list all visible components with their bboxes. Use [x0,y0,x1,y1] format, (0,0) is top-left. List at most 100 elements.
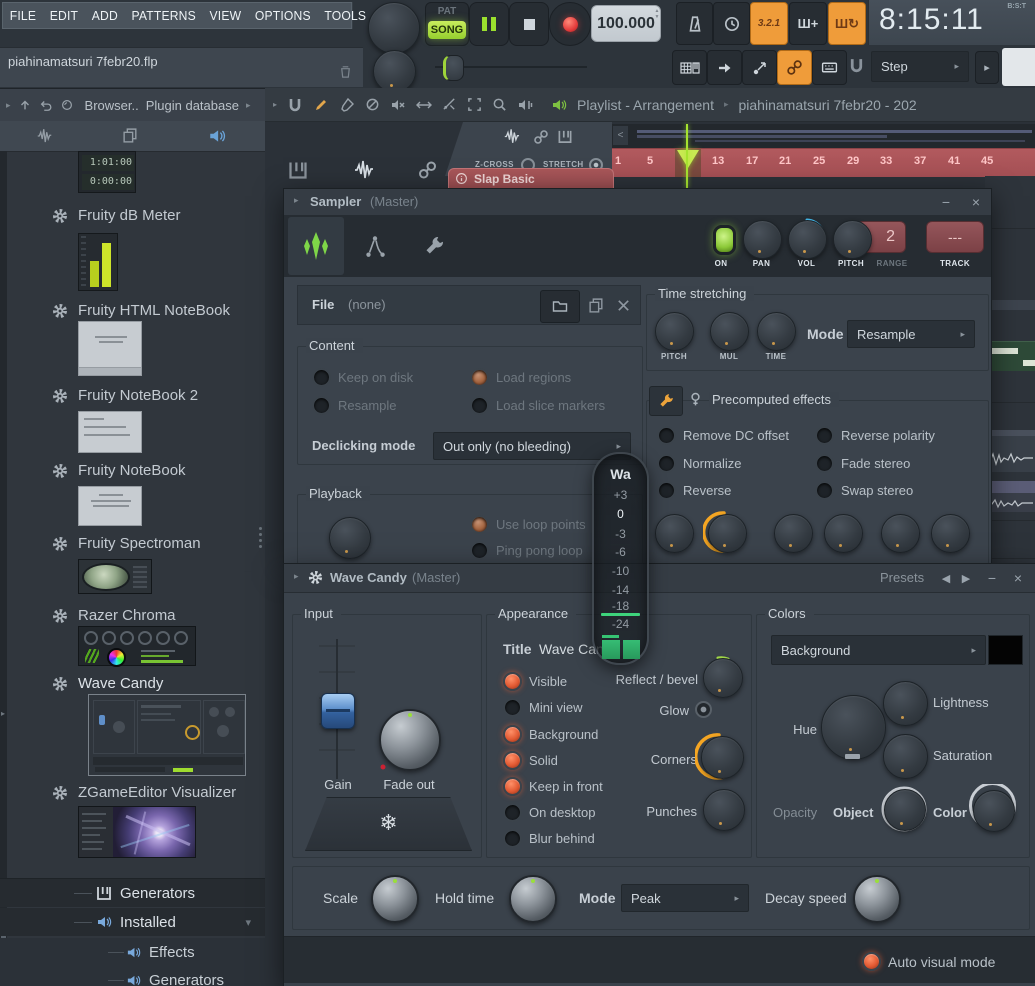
gain-slider-handle[interactable] [321,693,355,729]
fx-knob-2[interactable] [708,514,747,553]
option-visible[interactable]: Visible [503,672,567,691]
browser-item-zgameeditor-visualizer[interactable]: ZGameEditor Visualizer [0,783,265,805]
audition-speaker-icon[interactable] [551,97,567,113]
stretch-mul-knob[interactable] [710,312,749,351]
picker-wave-icon[interactable] [353,158,379,182]
plugin-thumb-time-displays[interactable]: 1:01:00 0:00:00 [78,151,136,193]
shortcut-copy-icon[interactable] [122,127,139,144]
object-opacity-knob[interactable] [884,789,926,831]
menu-view[interactable]: VIEW [203,9,248,23]
recording-precount-button[interactable]: Ш+ [789,2,827,45]
glow-toggle[interactable] [695,701,712,718]
audio-clip[interactable] [985,430,1035,472]
browser-item-fruity-notebook[interactable]: Fruity NoteBook [0,461,265,483]
playback-preview-icon[interactable] [517,97,533,113]
option-fade-stereo[interactable]: Fade stereo [815,454,910,473]
tab-wave-icon[interactable] [503,127,524,146]
browser-up-icon[interactable] [18,98,32,112]
browser-item-fruity-notebook-2[interactable]: Fruity NoteBook 2 [0,386,265,408]
lightness-knob[interactable] [883,681,928,726]
pattern-clip-slap-basic[interactable]: Slap Basic [448,168,614,189]
shortcut-wave-icon[interactable] [36,127,56,145]
follow-playback-button[interactable] [707,50,742,85]
option-keep-on-disk[interactable]: Keep on disk [312,368,413,387]
color-opacity-knob[interactable] [973,790,1015,832]
scale-knob[interactable] [371,875,419,923]
option-keep-in-front[interactable]: Keep in front [503,777,603,796]
browser-smartfind-icon[interactable] [60,98,74,112]
shortcut-speaker-icon[interactable] [208,127,226,145]
plugin-thumb-zgameeditor[interactable] [78,806,196,858]
slide-notes-button[interactable] [742,50,777,85]
tempo-display[interactable]: 100.000 [591,5,661,42]
tree-item-installed[interactable]: Installed ▾ [0,908,265,936]
option-remove-dc-offset[interactable]: Remove DC offset [657,426,789,445]
plugin-thumb-razer-chroma[interactable] [78,626,196,666]
close-button[interactable]: × [966,193,986,211]
menu-file[interactable]: FILE [3,9,43,23]
plugin-thumb-spectroman[interactable] [78,559,152,594]
stop-button[interactable] [509,2,549,46]
scroll-left-button[interactable]: < [613,126,628,145]
trash-icon[interactable] [338,64,353,79]
tree-item-generators-2[interactable]: Generators [0,966,265,986]
sampler-titlebar[interactable]: ▸ Sampler (Master) − × [284,189,991,216]
preset-prev-button[interactable]: ◀ [936,570,956,588]
panel-expand-caret-icon[interactable]: ▸ [1,709,5,718]
reflect-bevel-knob[interactable] [703,658,743,698]
option-mini-view[interactable]: Mini view [503,698,582,717]
wave-candy-meter-overlay[interactable]: Wa +3 0 -3 -6 -10 -14 -18 -24 [592,452,649,665]
option-solid[interactable]: Solid [503,751,558,770]
picker-piano-icon[interactable] [287,160,309,180]
delete-ban-icon[interactable] [365,97,380,112]
menu-tools[interactable]: TOOLS [318,9,373,23]
browser-undo-icon[interactable] [39,98,53,112]
background-color-swatch[interactable] [988,635,1023,665]
plugin-thumb-wave-candy[interactable] [88,694,246,776]
multilink-button[interactable] [777,50,812,85]
pat-label[interactable]: PAT [426,6,468,17]
menu-add[interactable]: ADD [85,9,125,23]
browser-caret-icon[interactable]: ▸ [6,100,11,111]
stretch-time-knob[interactable] [757,312,796,351]
breadcrumb-project[interactable]: piahinamatsuri 7febr20 - 202 [739,97,917,113]
snap-magnet-icon[interactable] [287,97,303,113]
titlebar-caret-icon[interactable]: ▸ [294,195,299,206]
mute-icon[interactable] [390,97,406,113]
project-title-field[interactable]: piahinamatsuri 7febr20.flp [0,47,363,87]
main-volume-knob[interactable] [368,2,420,54]
menu-patterns[interactable]: PATTERNS [125,9,203,23]
main-pitch-knob[interactable] [373,50,416,93]
slice-icon[interactable] [442,97,457,112]
tab-misc[interactable] [404,217,460,275]
toolbar-caret-icon[interactable]: ▸ [273,100,277,109]
plugin-thumb-notebook-2[interactable] [78,411,142,453]
option-blur-behind[interactable]: Blur behind [503,829,595,848]
pause-button[interactable] [469,2,509,46]
step-edit-button[interactable] [672,50,707,85]
zoom-icon[interactable] [492,97,507,112]
background-dropdown[interactable]: Background ▸ [771,635,986,665]
meter-mode-dropdown[interactable]: Peak ▸ [621,884,749,912]
fx-knob-5[interactable] [881,514,920,553]
select-frame-icon[interactable] [467,97,482,112]
global-snap-magnet-icon[interactable] [848,57,865,74]
pat-song-switch[interactable]: PAT SONG [425,2,469,46]
stretch-mode-dropdown[interactable]: Resample ▸ [847,320,975,348]
plugin-gear-icon[interactable] [308,570,323,585]
option-resample[interactable]: Resample [312,396,397,415]
timeline-ruler[interactable]: 1 5 13 17 21 25 29 33 37 41 45 [612,148,1035,177]
tree-item-effects[interactable]: Effects [0,938,265,966]
presets-label[interactable]: Presets [880,570,924,585]
song-label[interactable]: SONG [428,21,466,39]
wave-candy-titlebar[interactable]: ▸ Wave Candy (Master) Presets ◀ ▶ − × [284,564,1035,593]
fade-out-knob[interactable] [379,709,441,771]
playhead-marker[interactable] [677,150,699,168]
titlebar-caret-icon[interactable]: ▸ [294,571,299,582]
close-button[interactable]: × [1008,569,1028,587]
browser-item-razer-chroma[interactable]: Razer Chroma [0,606,265,628]
midi-clip[interactable] [985,341,1035,371]
clear-x-icon[interactable] [616,298,631,313]
picker-link-icon[interactable] [417,160,438,180]
punches-knob[interactable] [703,789,745,831]
